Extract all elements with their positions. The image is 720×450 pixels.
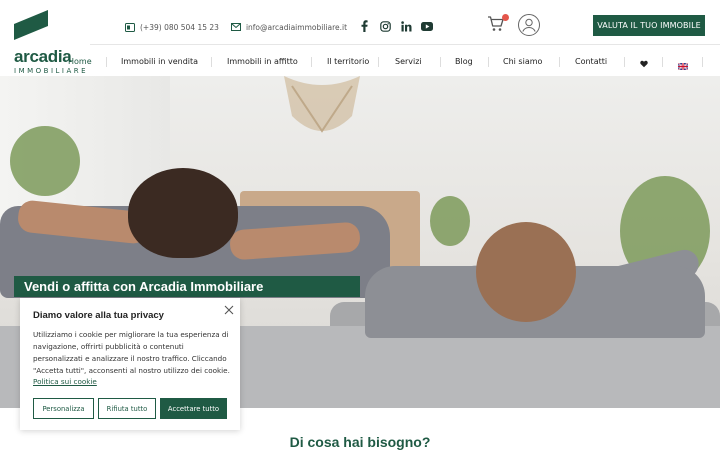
nav-item-blog[interactable]: Blog — [455, 52, 473, 72]
linkedin-icon[interactable] — [400, 20, 412, 32]
cookie-consent-panel: Diamo valore alla tua privacy Utilizziam… — [20, 298, 240, 430]
nav-separator — [488, 57, 489, 67]
email-contact[interactable]: info@arcadiaimmobiliare.it — [230, 22, 348, 32]
nav-separator — [106, 57, 107, 67]
cart-icon[interactable] — [487, 14, 509, 35]
reject-all-button[interactable]: Rifiuta tutto — [98, 398, 156, 419]
facebook-icon[interactable] — [358, 20, 370, 32]
nav-item-contatti[interactable]: Contatti — [575, 52, 607, 72]
social-links — [358, 20, 442, 32]
mail-icon — [230, 23, 241, 31]
cookie-title: Diamo valore alla tua privacy — [33, 310, 164, 321]
nav-item-home[interactable]: Home — [68, 52, 92, 72]
instagram-icon[interactable] — [379, 20, 391, 32]
nav-item-vendita[interactable]: Immobili in vendita — [121, 52, 198, 72]
heart-icon[interactable] — [640, 56, 648, 68]
uk-flag-icon[interactable] — [677, 58, 689, 71]
nav-item-chi-siamo[interactable]: Chi siamo — [503, 52, 542, 72]
phone-contact[interactable]: (+39) 080 504 15 23 — [125, 22, 219, 32]
cookie-policy-link[interactable]: Politica sui cookie — [33, 377, 97, 386]
nav-item-servizi[interactable]: Servizi — [395, 52, 422, 72]
nav-separator — [624, 57, 625, 67]
plant-center — [430, 196, 470, 246]
header-divider — [90, 44, 720, 45]
customize-button[interactable]: Personalizza — [33, 398, 94, 419]
nav-separator — [559, 57, 560, 67]
macrame-decoration — [284, 76, 360, 133]
hero-title: Vendi o affitta con Arcadia Immobiliare — [14, 276, 360, 297]
phone-icon — [125, 22, 135, 32]
woman-head — [476, 222, 576, 322]
nav-separator — [311, 57, 312, 67]
plant-left — [10, 126, 80, 196]
section-title: Di cosa hai bisogno? — [289, 434, 431, 450]
nav-separator — [378, 57, 379, 67]
close-icon[interactable] — [223, 303, 235, 315]
brand-name: arcadia — [14, 47, 72, 66]
nav-separator — [440, 57, 441, 67]
user-icon[interactable] — [518, 14, 540, 36]
phone-number: (+39) 080 504 15 23 — [140, 22, 219, 32]
accept-all-button[interactable]: Accettare tutto — [160, 398, 227, 419]
site-header: arcadia IMMOBILIARE (+39) 080 504 15 23 … — [0, 0, 720, 76]
cart-badge — [502, 14, 509, 21]
email-address: info@arcadiaimmobiliare.it — [245, 22, 348, 32]
logo-mark-icon — [14, 10, 48, 40]
valuation-cta-button[interactable]: VALUTA IL TUO IMMOBILE — [593, 15, 705, 36]
contact-bar: (+39) 080 504 15 23 info@arcadiaimmobili… — [125, 20, 359, 34]
youtube-icon[interactable] — [421, 20, 433, 32]
nav-item-territorio[interactable]: Il territorio — [327, 52, 369, 72]
nav-item-affitto[interactable]: Immobili in affitto — [227, 52, 298, 72]
nav-separator — [702, 57, 703, 67]
nav-separator — [211, 57, 212, 67]
man-head — [128, 168, 238, 258]
nav-separator — [662, 57, 663, 67]
cookie-description: Utilizziamo i cookie per migliorare la t… — [33, 330, 230, 375]
